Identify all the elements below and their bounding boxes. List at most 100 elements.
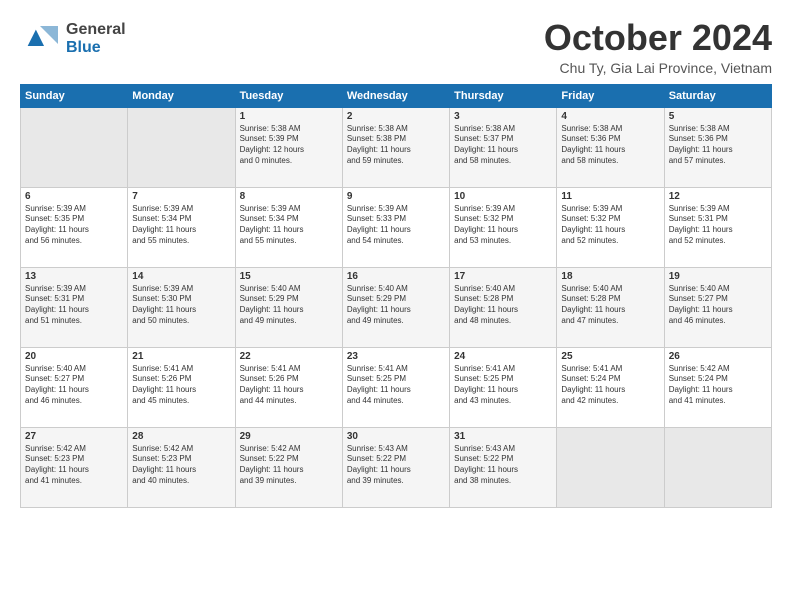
day-number: 19 [669,271,767,282]
day-number: 28 [132,431,230,442]
calendar-cell: 18 Sunrise: 5:40 AM Sunset: 5:28 PM Dayli… [557,267,664,347]
calendar-cell [557,427,664,507]
cell-content: Sunrise: 5:39 AM Sunset: 5:34 PM Dayligh… [132,204,230,247]
logo-line1: General [66,21,126,39]
day-number: 25 [561,351,659,362]
cell-content: Sunrise: 5:39 AM Sunset: 5:31 PM Dayligh… [669,204,767,247]
calendar-cell: 24 Sunrise: 5:41 AM Sunset: 5:25 PM Dayli… [450,347,557,427]
calendar-cell: 25 Sunrise: 5:41 AM Sunset: 5:24 PM Dayli… [557,347,664,427]
cell-content: Sunrise: 5:38 AM Sunset: 5:36 PM Dayligh… [561,124,659,167]
calendar-cell: 23 Sunrise: 5:41 AM Sunset: 5:25 PM Dayli… [342,347,449,427]
day-number: 1 [240,111,338,122]
weekday-header-thursday: Thursday [450,84,557,107]
calendar-cell: 27Sunrise: 5:42 AM Sunset: 5:23 PM Dayli… [21,427,128,507]
calendar-cell: 3 Sunrise: 5:38 AM Sunset: 5:37 PM Daylig… [450,107,557,187]
calendar-cell: 6 Sunrise: 5:39 AM Sunset: 5:35 PM Daylig… [21,187,128,267]
calendar-cell: 8 Sunrise: 5:39 AM Sunset: 5:34 PM Daylig… [235,187,342,267]
calendar-cell: 4Sunrise: 5:38 AM Sunset: 5:36 PM Daylig… [557,107,664,187]
day-number: 3 [454,111,552,122]
day-number: 21 [132,351,230,362]
weekday-header-row: SundayMondayTuesdayWednesdayThursdayFrid… [21,84,772,107]
cell-content: Sunrise: 5:43 AM Sunset: 5:22 PM Dayligh… [347,444,445,487]
week-row-4: 20 Sunrise: 5:40 AM Sunset: 5:27 PM Dayli… [21,347,772,427]
cell-content: Sunrise: 5:39 AM Sunset: 5:35 PM Dayligh… [25,204,123,247]
calendar-cell: 17 Sunrise: 5:40 AM Sunset: 5:28 PM Dayli… [450,267,557,347]
day-number: 8 [240,191,338,202]
cell-content: Sunrise: 5:41 AM Sunset: 5:25 PM Dayligh… [454,364,552,407]
cell-content: Sunrise: 5:42 AM Sunset: 5:22 PM Dayligh… [240,444,338,487]
weekday-header-tuesday: Tuesday [235,84,342,107]
week-row-5: 27Sunrise: 5:42 AM Sunset: 5:23 PM Dayli… [21,427,772,507]
calendar-cell: 21 Sunrise: 5:41 AM Sunset: 5:26 PM Dayli… [128,347,235,427]
calendar-cell: 26 Sunrise: 5:42 AM Sunset: 5:24 PM Dayli… [664,347,771,427]
day-number: 16 [347,271,445,282]
day-number: 2 [347,111,445,122]
cell-content: Sunrise: 5:43 AM Sunset: 5:22 PM Dayligh… [454,444,552,487]
main-title: October 2024 [544,18,772,58]
calendar-cell: 30 Sunrise: 5:43 AM Sunset: 5:22 PM Dayli… [342,427,449,507]
logo-text: General Blue [66,21,126,56]
svg-text:▲: ▲ [22,21,50,52]
day-number: 10 [454,191,552,202]
subtitle: Chu Ty, Gia Lai Province, Vietnam [544,60,772,76]
cell-content: Sunrise: 5:38 AM Sunset: 5:37 PM Dayligh… [454,124,552,167]
week-row-2: 6 Sunrise: 5:39 AM Sunset: 5:35 PM Daylig… [21,187,772,267]
day-number: 29 [240,431,338,442]
title-block: October 2024 Chu Ty, Gia Lai Province, V… [544,18,772,76]
cell-content: Sunrise: 5:42 AM Sunset: 5:23 PM Dayligh… [132,444,230,487]
day-number: 6 [25,191,123,202]
cell-content: Sunrise: 5:39 AM Sunset: 5:30 PM Dayligh… [132,284,230,327]
calendar-cell: 10Sunrise: 5:39 AM Sunset: 5:32 PM Dayli… [450,187,557,267]
day-number: 26 [669,351,767,362]
weekday-header-friday: Friday [557,84,664,107]
day-number: 24 [454,351,552,362]
calendar-cell: 2 Sunrise: 5:38 AM Sunset: 5:38 PM Daylig… [342,107,449,187]
day-number: 20 [25,351,123,362]
day-number: 12 [669,191,767,202]
calendar-cell [664,427,771,507]
calendar-cell: 20 Sunrise: 5:40 AM Sunset: 5:27 PM Dayli… [21,347,128,427]
calendar-cell: 11Sunrise: 5:39 AM Sunset: 5:32 PM Dayli… [557,187,664,267]
calendar-cell: 14Sunrise: 5:39 AM Sunset: 5:30 PM Dayli… [128,267,235,347]
calendar-cell: 7 Sunrise: 5:39 AM Sunset: 5:34 PM Daylig… [128,187,235,267]
calendar-cell: 31 Sunrise: 5:43 AM Sunset: 5:22 PM Dayli… [450,427,557,507]
calendar-cell: 19Sunrise: 5:40 AM Sunset: 5:27 PM Dayli… [664,267,771,347]
cell-content: Sunrise: 5:41 AM Sunset: 5:26 PM Dayligh… [240,364,338,407]
day-number: 5 [669,111,767,122]
cell-content: Sunrise: 5:38 AM Sunset: 5:38 PM Dayligh… [347,124,445,167]
cell-content: Sunrise: 5:40 AM Sunset: 5:29 PM Dayligh… [347,284,445,327]
cell-content: Sunrise: 5:40 AM Sunset: 5:28 PM Dayligh… [561,284,659,327]
cell-content: Sunrise: 5:39 AM Sunset: 5:33 PM Dayligh… [347,204,445,247]
calendar-cell [128,107,235,187]
cell-content: Sunrise: 5:39 AM Sunset: 5:31 PM Dayligh… [25,284,123,327]
logo-icon: ▲ [20,18,62,60]
header: ▲ General Blue October 2024 Chu Ty, Gia … [20,18,772,76]
weekday-header-wednesday: Wednesday [342,84,449,107]
day-number: 9 [347,191,445,202]
calendar-cell: 13Sunrise: 5:39 AM Sunset: 5:31 PM Dayli… [21,267,128,347]
calendar-cell [21,107,128,187]
cell-content: Sunrise: 5:41 AM Sunset: 5:26 PM Dayligh… [132,364,230,407]
day-number: 7 [132,191,230,202]
calendar-cell: 12 Sunrise: 5:39 AM Sunset: 5:31 PM Dayli… [664,187,771,267]
day-number: 30 [347,431,445,442]
cell-content: Sunrise: 5:40 AM Sunset: 5:29 PM Dayligh… [240,284,338,327]
day-number: 15 [240,271,338,282]
cell-content: Sunrise: 5:41 AM Sunset: 5:24 PM Dayligh… [561,364,659,407]
cell-content: Sunrise: 5:39 AM Sunset: 5:34 PM Dayligh… [240,204,338,247]
cell-content: Sunrise: 5:39 AM Sunset: 5:32 PM Dayligh… [561,204,659,247]
calendar-cell: 16 Sunrise: 5:40 AM Sunset: 5:29 PM Dayli… [342,267,449,347]
day-number: 18 [561,271,659,282]
logo: ▲ General Blue [20,18,126,60]
day-number: 31 [454,431,552,442]
day-number: 22 [240,351,338,362]
cell-content: Sunrise: 5:41 AM Sunset: 5:25 PM Dayligh… [347,364,445,407]
cell-content: Sunrise: 5:40 AM Sunset: 5:28 PM Dayligh… [454,284,552,327]
cell-content: Sunrise: 5:42 AM Sunset: 5:24 PM Dayligh… [669,364,767,407]
day-number: 23 [347,351,445,362]
weekday-header-monday: Monday [128,84,235,107]
cell-content: Sunrise: 5:40 AM Sunset: 5:27 PM Dayligh… [25,364,123,407]
logo-line2: Blue [66,39,126,57]
page: ▲ General Blue October 2024 Chu Ty, Gia … [0,0,792,612]
day-number: 17 [454,271,552,282]
